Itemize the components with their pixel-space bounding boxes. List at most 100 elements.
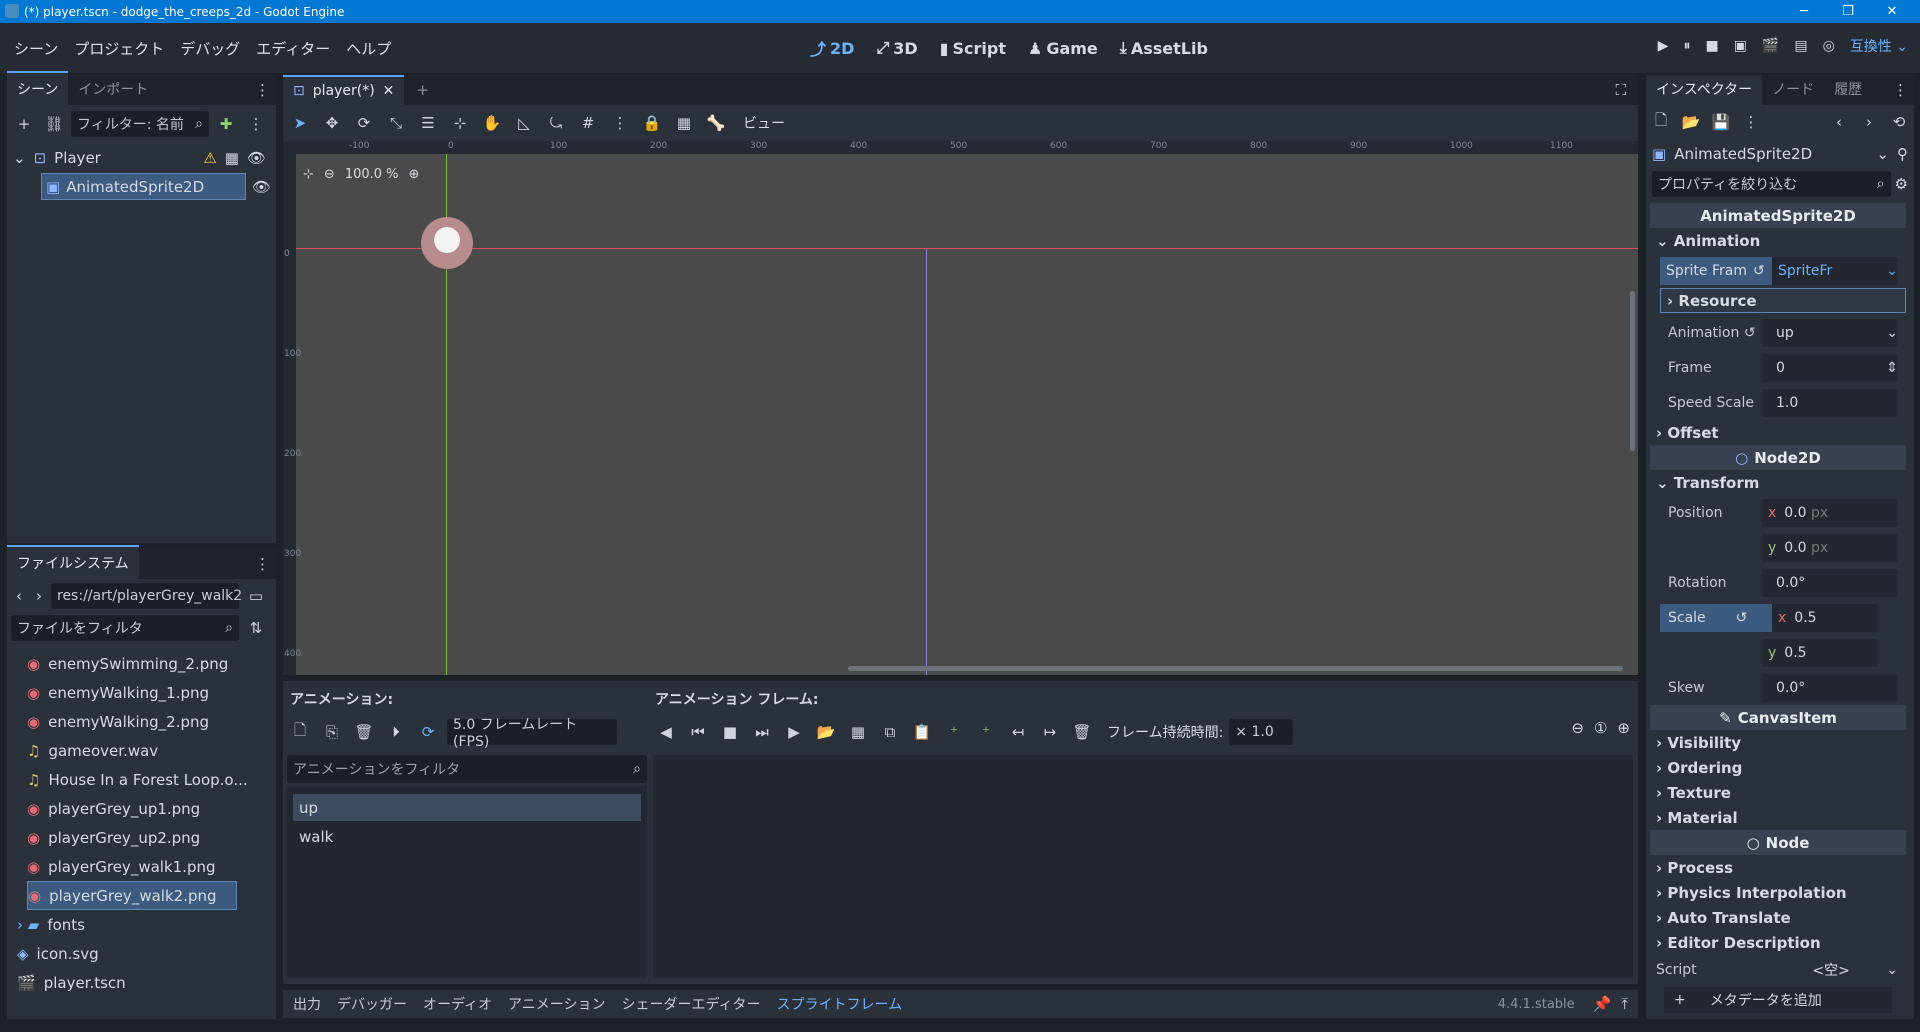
add-animation-icon[interactable]: 🗋 (287, 719, 313, 745)
file-filter-input[interactable]: ファイルをフィルタ ⌕ (11, 615, 239, 641)
minimize-button[interactable]: ─ (1782, 0, 1826, 23)
position-x-field[interactable]: x 0.0 px (1762, 498, 1898, 527)
play-backwards-icon[interactable]: ◀ (653, 719, 679, 745)
remote-debug-icon[interactable]: ▣ (1734, 38, 1747, 54)
delete-frame-icon[interactable]: 🗑 (1069, 719, 1095, 745)
rotate-tool-icon[interactable]: ⟳ (351, 110, 377, 136)
tab-animation[interactable]: アニメーション (508, 994, 605, 1014)
autoplay-icon[interactable]: ⏵ (383, 719, 409, 745)
move-right-icon[interactable]: ↦ (1037, 719, 1063, 745)
tab-player-scene[interactable]: ⊡ player(*) ✕ (283, 75, 405, 105)
spriteframes-resource[interactable]: SpriteFr ⌄ (1772, 256, 1898, 285)
property-options-icon[interactable]: ⚙ (1895, 175, 1908, 193)
position-y-field[interactable]: y 0.0 px (1762, 533, 1898, 562)
play-icon[interactable]: ▶ (781, 719, 807, 745)
group-process[interactable]: › Process (1650, 855, 1906, 880)
play-scene-icon[interactable]: 🎬 (1762, 38, 1779, 54)
tree-node-player[interactable]: ⌄ ⊡ Player ⚠ ▦ 👁 (7, 143, 276, 172)
workspace-script[interactable]: ▮ Script (940, 36, 1006, 60)
close-tab-icon[interactable]: ✕ (383, 83, 395, 99)
object-history-icon[interactable]: ⟲ (1886, 109, 1912, 135)
view-menu[interactable]: ビュー (735, 113, 793, 133)
file-item[interactable]: › ▰ fonts (17, 910, 276, 939)
resource-menu-icon[interactable]: ⋮ (1738, 109, 1764, 135)
duplicate-animation-icon[interactable]: ⎘ (319, 719, 345, 745)
menu-scene[interactable]: シーン (6, 38, 66, 59)
bone-icon[interactable]: 🦴 (703, 110, 729, 136)
menu-debug[interactable]: デバッグ (172, 38, 248, 59)
workspace-2d[interactable]: ⤴ 2D (810, 36, 854, 60)
copy-icon[interactable]: ⧉ (877, 719, 903, 745)
group-texture[interactable]: › Texture (1650, 780, 1906, 805)
tab-spriteframes[interactable]: スプライトフレーム (777, 994, 903, 1014)
2d-viewport[interactable]: -100 0 100 200 300 400 500 600 700 800 9… (283, 141, 1638, 675)
paste-icon[interactable]: 📋 (909, 719, 935, 745)
tree-node-animatedsprite2d[interactable]: ▣ AnimatedSprite2D 👁 (7, 172, 276, 201)
group-icon[interactable]: ▦ (671, 110, 697, 136)
renderer-select[interactable]: 互換性 ⌄ (1850, 36, 1908, 56)
group-icon[interactable]: ▦ (225, 149, 239, 167)
h-scrollbar[interactable] (848, 666, 1623, 671)
tab-history[interactable]: 履歴 (1824, 75, 1872, 105)
file-item[interactable]: ♫ House In a Forest Loop.o... (27, 765, 276, 794)
dock-menu-icon[interactable]: ⋮ (249, 75, 276, 105)
animation-item-up[interactable]: up (293, 794, 641, 821)
ruler-tool-icon[interactable]: ◺ (511, 110, 537, 136)
menu-editor[interactable]: エディター (248, 38, 338, 59)
tab-audio[interactable]: オーディオ (423, 994, 492, 1014)
delete-animation-icon[interactable]: 🗑 (351, 719, 377, 745)
zoom-reset-icon[interactable]: ① (1594, 719, 1607, 737)
group-ordering[interactable]: › Ordering (1650, 755, 1906, 780)
loop-icon[interactable]: ⟳ (415, 719, 441, 745)
link-icon[interactable]: ⛓ (41, 111, 67, 137)
workspace-assetlib[interactable]: ⤓ AssetLib (1120, 36, 1208, 60)
group-physics-interpolation[interactable]: › Physics Interpolation (1650, 880, 1906, 905)
close-button[interactable]: ✕ (1870, 0, 1914, 23)
group-animation[interactable]: ⌄ Animation (1650, 228, 1906, 253)
warning-icon[interactable]: ⚠ (203, 149, 216, 167)
load-frames-icon[interactable]: 📂 (813, 719, 839, 745)
sheet-icon[interactable]: ▦ (845, 719, 871, 745)
visibility-eye-icon[interactable]: 👁 (252, 178, 271, 196)
history-forward-icon[interactable]: › (1856, 109, 1882, 135)
movie-maker-icon[interactable]: ◎ (1823, 38, 1835, 54)
file-item[interactable]: ◉ playerGrey_up1.png (27, 794, 276, 823)
group-material[interactable]: › Material (1650, 805, 1906, 830)
zoom-in-icon[interactable]: ⊕ (409, 167, 420, 182)
script-field[interactable]: <空> ⌄ (1762, 956, 1898, 984)
animation-select[interactable]: up ⌄ (1762, 318, 1898, 347)
select-tool-icon[interactable]: ➤ (287, 110, 313, 136)
zoom-in-icon[interactable]: ⊕ (1617, 719, 1630, 737)
back-icon[interactable]: ‹ (11, 583, 27, 609)
tab-scene[interactable]: シーン (7, 71, 69, 105)
save-resource-icon[interactable]: 💾 (1708, 109, 1734, 135)
new-tab-icon[interactable]: + (404, 75, 441, 105)
frame-spinbox[interactable]: 0 ⇕ (1762, 353, 1898, 382)
scene-filter-input[interactable]: フィルター: 名前 ⌕ (71, 111, 209, 137)
pan-tool-icon[interactable]: ✋ (479, 110, 505, 136)
add-metadata-button[interactable]: + メタデータを追加 (1664, 987, 1892, 1013)
add-node-icon[interactable]: + (11, 111, 37, 137)
scale-y-field[interactable]: y 0.5 (1762, 638, 1878, 667)
lock-icon[interactable]: 🔒 (639, 110, 665, 136)
tab-output[interactable]: 出力 (293, 994, 321, 1014)
fps-field[interactable]: 5.0 フレームレート(FPS) (447, 717, 617, 750)
frames-grid[interactable] (653, 755, 1633, 978)
frame-duration-field[interactable]: × 1.0 (1229, 719, 1294, 745)
maximize-button[interactable]: ❐ (1826, 0, 1870, 23)
collapse-arrow-icon[interactable]: ⌄ (13, 149, 26, 167)
player-sprite[interactable] (421, 217, 473, 269)
chevron-down-icon[interactable]: ⌄ (1886, 263, 1898, 279)
distraction-free-icon[interactable]: ⛶ (1603, 75, 1638, 105)
menu-project[interactable]: プロジェクト (66, 38, 172, 59)
file-item[interactable]: ◈ icon.svg (17, 939, 276, 968)
smart-snap-icon[interactable]: ⤿ (543, 110, 569, 136)
load-resource-icon[interactable]: 📂 (1678, 109, 1704, 135)
pivot-tool-icon[interactable]: ⊹ (447, 110, 473, 136)
speed-scale-field[interactable]: 1.0 (1762, 388, 1898, 417)
property-filter-input[interactable]: プロパティを絞り込む ⌕ (1652, 171, 1891, 197)
animation-filter-input[interactable]: アニメーションをフィルタ ⌕ (287, 755, 647, 783)
workspace-game[interactable]: ♟ Game (1028, 36, 1098, 60)
expand-panel-icon[interactable]: ⤒ (1621, 995, 1628, 1013)
zoom-level[interactable]: 100.0 % (345, 167, 399, 182)
